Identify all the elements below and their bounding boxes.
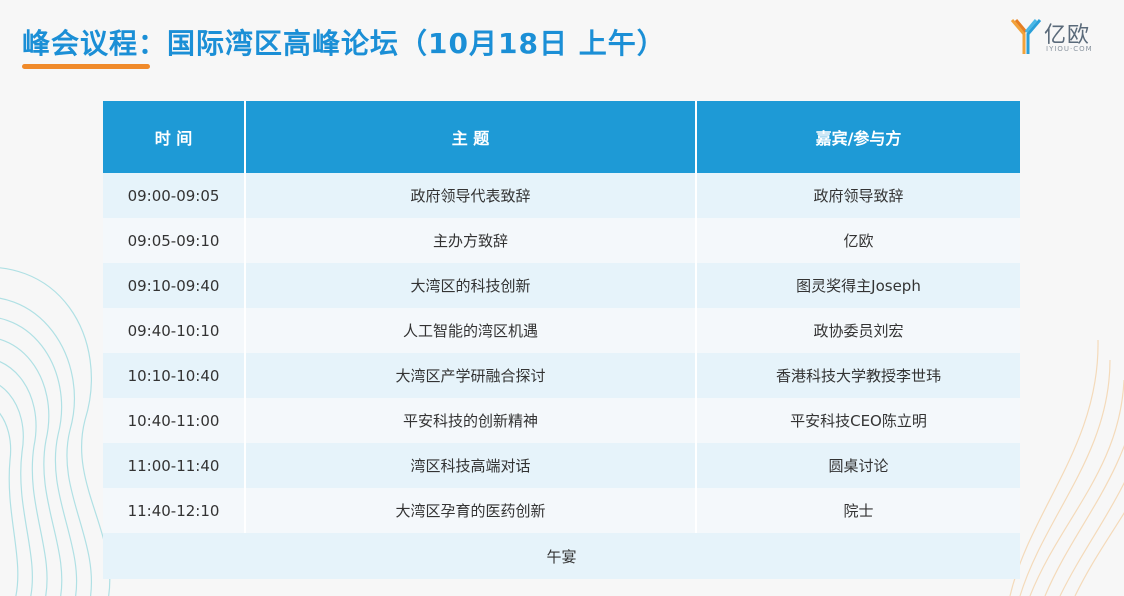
cell-speaker: 图灵奖得主Joseph bbox=[695, 263, 1020, 308]
yiou-logo: 亿欧 IYIOU·COM bbox=[1010, 14, 1110, 58]
cell-topic: 湾区科技高端对话 bbox=[244, 443, 696, 488]
table-row: 11:40-12:10 大湾区孕育的医药创新 院士 bbox=[103, 488, 1020, 533]
cell-speaker: 圆桌讨论 bbox=[695, 443, 1020, 488]
table-row: 09:00-09:05 政府领导代表致辞 政府领导致辞 bbox=[103, 173, 1020, 218]
cell-topic: 大湾区产学研融合探讨 bbox=[244, 353, 696, 398]
cell-speaker: 亿欧 bbox=[695, 218, 1020, 263]
cell-topic: 人工智能的湾区机遇 bbox=[244, 308, 696, 353]
cell-time: 09:05-09:10 bbox=[103, 218, 245, 263]
header-topic: 主 题 bbox=[244, 101, 696, 173]
cell-time: 10:10-10:40 bbox=[103, 353, 245, 398]
table-row: 09:10-09:40 大湾区的科技创新 图灵奖得主Joseph bbox=[103, 263, 1020, 308]
title-prefix: 峰会议程 bbox=[22, 27, 139, 60]
cell-topic: 主办方致辞 bbox=[244, 218, 696, 263]
cell-time: 09:00-09:05 bbox=[103, 173, 245, 218]
table-row: 10:40-11:00 平安科技的创新精神 平安科技CEO陈立明 bbox=[103, 398, 1020, 443]
logo-mark-icon bbox=[1010, 19, 1042, 54]
cell-time: 11:00-11:40 bbox=[103, 443, 245, 488]
table-row: 11:00-11:40 湾区科技高端对话 圆桌讨论 bbox=[103, 443, 1020, 488]
cell-time: 11:40-12:10 bbox=[103, 488, 245, 533]
cell-speaker: 香港科技大学教授李世玮 bbox=[695, 353, 1020, 398]
cell-lunch: 午宴 bbox=[103, 533, 1020, 579]
logo-sub: IYIOU·COM bbox=[1046, 45, 1093, 53]
cell-speaker: 院士 bbox=[695, 488, 1020, 533]
cell-speaker: 平安科技CEO陈立明 bbox=[695, 398, 1020, 443]
table-row: 09:05-09:10 主办方致辞 亿欧 bbox=[103, 218, 1020, 263]
cell-topic: 政府领导代表致辞 bbox=[244, 173, 696, 218]
cell-topic: 大湾区孕育的医药创新 bbox=[244, 488, 696, 533]
table-header-row: 时 间 主 题 嘉宾/参与方 bbox=[103, 101, 1020, 173]
cell-time: 09:10-09:40 bbox=[103, 263, 245, 308]
page-title: 峰会议程：国际湾区高峰论坛（10月18日 上午） bbox=[22, 22, 666, 69]
header-time: 时 间 bbox=[103, 101, 245, 173]
header-speaker: 嘉宾/参与方 bbox=[695, 101, 1020, 173]
cell-speaker: 政协委员刘宏 bbox=[695, 308, 1020, 353]
agenda-table: 时 间 主 题 嘉宾/参与方 09:00-09:05 政府领导代表致辞 政府领导… bbox=[103, 101, 1020, 579]
lunch-row: 午宴 bbox=[103, 533, 1020, 579]
title-underline bbox=[22, 64, 150, 69]
cell-topic: 大湾区的科技创新 bbox=[244, 263, 696, 308]
cell-topic: 平安科技的创新精神 bbox=[244, 398, 696, 443]
table-row: 10:10-10:40 大湾区产学研融合探讨 香港科技大学教授李世玮 bbox=[103, 353, 1020, 398]
title-rest: ：国际湾区高峰论坛（10月18日 上午） bbox=[138, 27, 666, 60]
cell-time: 09:40-10:10 bbox=[103, 308, 245, 353]
cell-time: 10:40-11:00 bbox=[103, 398, 245, 443]
cell-speaker: 政府领导致辞 bbox=[695, 173, 1020, 218]
table-row: 09:40-10:10 人工智能的湾区机遇 政协委员刘宏 bbox=[103, 308, 1020, 353]
